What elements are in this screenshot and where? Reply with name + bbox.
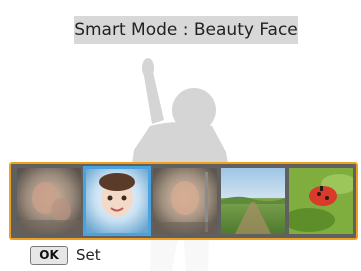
camera-screen: Smart Mode : Beauty Face OK Set [0,0,361,271]
thumbnail-strip[interactable] [9,162,358,240]
thumbnail-macro-flower[interactable] [289,168,353,234]
thumbnail-landscape[interactable] [221,168,285,234]
thumbnail-beauty-face-c[interactable] [153,168,217,234]
ok-button[interactable]: OK [30,246,68,265]
footer-bar: OK Set [0,240,361,271]
mode-title: Smart Mode : Beauty Face [74,16,298,44]
thumbnail-beauty-face-b[interactable] [83,166,151,236]
set-label: Set [76,246,101,264]
thumbnail-beauty-face-a[interactable] [17,168,81,234]
